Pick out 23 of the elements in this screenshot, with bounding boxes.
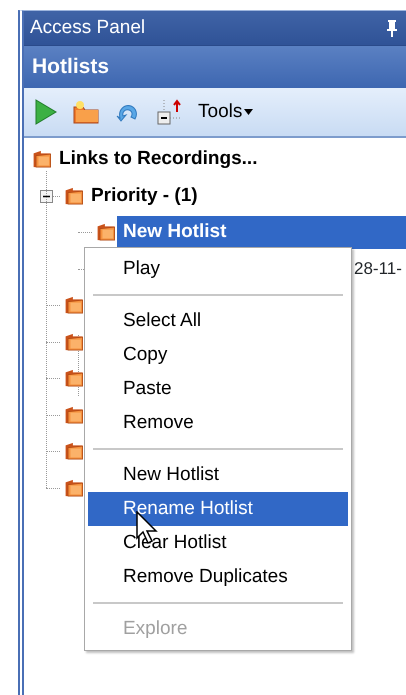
- new-folder-icon[interactable]: [72, 99, 100, 125]
- play-icon[interactable]: [34, 98, 58, 126]
- menu-item[interactable]: Rename Hotlist: [88, 492, 348, 526]
- menu-item[interactable]: Remove: [88, 406, 348, 440]
- panel-title: Access Panel: [30, 16, 146, 40]
- tools-menu[interactable]: Tools: [198, 98, 254, 126]
- pin-icon[interactable]: [386, 19, 398, 37]
- tree-item[interactable]: New Hotlist: [117, 216, 406, 248]
- folder-icon: [96, 222, 117, 242]
- menu-item[interactable]: Paste: [88, 372, 348, 406]
- tree-item[interactable]: 28-11-: [354, 256, 402, 282]
- menu-item[interactable]: Play: [88, 252, 348, 286]
- menu-item[interactable]: Select All: [88, 304, 348, 338]
- caret-icon: [244, 109, 254, 115]
- section-title: Hotlists: [32, 54, 110, 80]
- menu-item[interactable]: New Hotlist: [88, 458, 348, 492]
- tree-item[interactable]: Priority - (1): [85, 180, 204, 212]
- menu-item[interactable]: Copy: [88, 338, 348, 372]
- folder-icon: [64, 186, 85, 206]
- tree-item[interactable]: Links to Recordings...: [53, 143, 264, 176]
- collapse-icon[interactable]: [40, 190, 53, 202]
- folder-icon: [32, 149, 53, 170]
- menu-item[interactable]: Remove Duplicates: [88, 560, 348, 594]
